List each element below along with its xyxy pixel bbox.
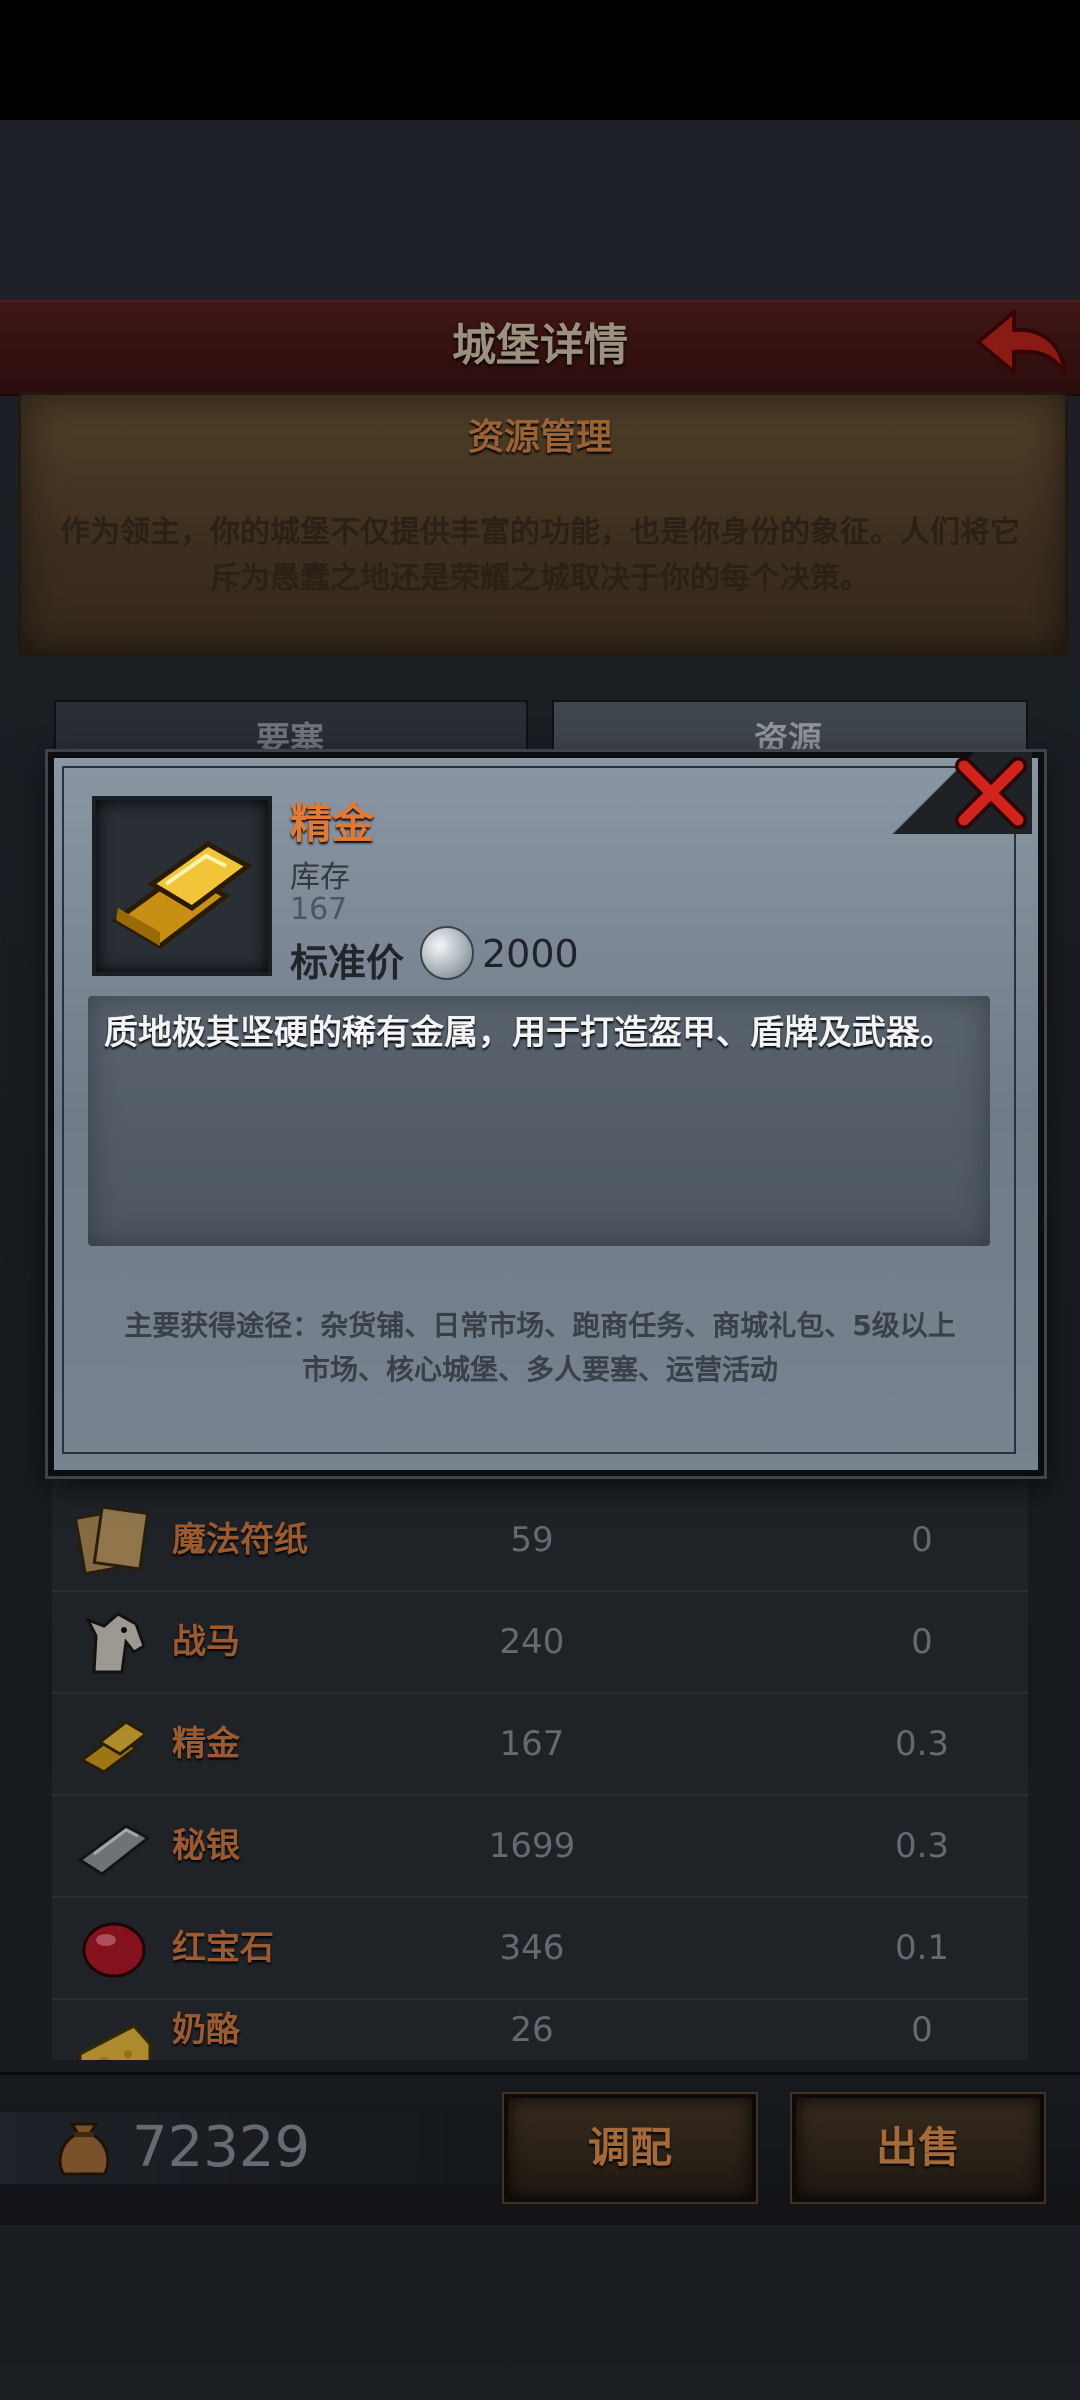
gold-bar-icon — [111, 841, 253, 950]
price-label: 标准价 — [290, 941, 405, 985]
stock-label: 库存 — [290, 860, 350, 895]
stock-value: 167 — [290, 892, 348, 927]
price-value: 2000 — [482, 932, 579, 976]
item-name: 精金 — [290, 799, 375, 848]
item-description: 质地极其坚硬的稀有金属，用于打造盔甲、盾牌及武器。 — [104, 1013, 954, 1053]
status-bar-area — [0, 0, 1080, 120]
item-sources: 主要获得途径：杂货铺、日常市场、跑商任务、商城礼包、5级以上市场、核心城堡、多人… — [124, 1309, 956, 1386]
close-icon — [955, 757, 1027, 829]
item-icon-frame — [92, 796, 272, 976]
close-button[interactable] — [950, 752, 1032, 834]
silver-coin-icon — [420, 926, 474, 980]
